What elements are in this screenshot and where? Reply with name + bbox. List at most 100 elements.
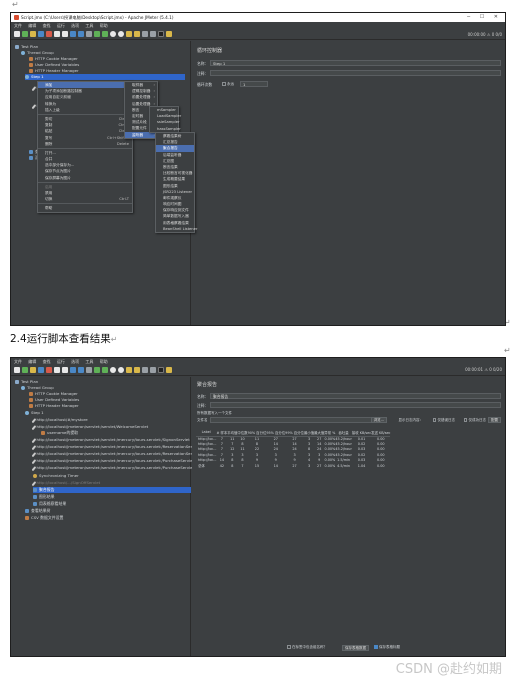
name-field[interactable]: 聚合报告 — [210, 393, 501, 399]
column-header[interactable]: 最大值 — [314, 429, 325, 437]
tree-node-step1[interactable]: Step 1 — [25, 410, 44, 416]
configure-button[interactable]: 配置 — [488, 417, 501, 423]
include-group-checkbox[interactable]: 在标签中包含组名称？ — [287, 645, 327, 650]
save-icon[interactable] — [38, 31, 44, 37]
menu-item[interactable]: 保存屏幕为图片 — [38, 175, 132, 181]
column-header[interactable]: 异常 % — [324, 429, 336, 437]
tree-node-request-7[interactable]: http://localhost/jmeteron/servlet:/servl… — [31, 465, 194, 471]
menu-run[interactable]: 运行 — [57, 359, 65, 364]
menu-help[interactable]: 帮助 — [100, 23, 108, 28]
menu-item[interactable]: 删除 Delete — [38, 141, 132, 147]
menu-item[interactable]: hassSampler — [150, 126, 181, 132]
clear-icon[interactable] — [126, 367, 132, 373]
function-helper-icon[interactable] — [158, 31, 164, 37]
search-icon[interactable] — [142, 367, 148, 373]
expand-icon[interactable] — [70, 367, 76, 373]
tree-node-request-4[interactable]: http://localhost/jmeteron/servlet:/servl… — [31, 444, 199, 450]
collapse-icon[interactable] — [78, 367, 84, 373]
menu-options[interactable]: 选项 — [71, 23, 79, 28]
function-helper-icon[interactable] — [158, 367, 164, 373]
tree-node-request-1[interactable]: http://localhost/#/mystore — [31, 417, 88, 423]
open-icon[interactable] — [30, 367, 36, 373]
save-header-checkbox[interactable]: 保存表格标题 — [374, 645, 400, 650]
menu-item[interactable]: BeanShell Listener — [156, 226, 197, 232]
cut-icon[interactable] — [46, 31, 52, 37]
table-row[interactable]: 总体 42 8 7 15 14 27 3 27 0.00% 4.5/min 1.04 0.00 — [196, 463, 390, 469]
menu-edit[interactable]: 编辑 — [28, 359, 36, 364]
menu-file[interactable]: 文件 — [14, 359, 22, 364]
forever-checkbox[interactable]: 永远 — [222, 82, 234, 87]
tree-node-request-3[interactable]: http://localhost/jmeteron/servlet:/servl… — [31, 437, 190, 443]
tree-node-step1[interactable]: Step 1 — [25, 74, 185, 80]
menu-search[interactable]: 查找 — [43, 359, 51, 364]
tree-node-request-6[interactable]: http://localhost/jmeteron/servlet:/servl… — [31, 458, 194, 464]
tree-node-request-5[interactable]: http://localhost/jmeteron/servlet:/servl… — [31, 451, 199, 457]
save-table-button[interactable]: 保存表格数据 — [342, 645, 369, 651]
expand-icon[interactable] — [70, 31, 76, 37]
tree-node-table-results[interactable]: 用表格察看结果 — [33, 501, 66, 507]
tree-node-csv-config[interactable]: CSV 数据文件设置 — [25, 515, 63, 521]
toggle-icon[interactable] — [86, 367, 92, 373]
shutdown-icon[interactable] — [118, 367, 124, 373]
comment-field[interactable] — [210, 70, 501, 76]
window-controls[interactable]: ─ ☐ ✕ — [467, 13, 502, 22]
column-header[interactable]: 99% 百分位 — [285, 429, 304, 437]
toggle-icon[interactable] — [86, 31, 92, 37]
browse-button[interactable]: 浏览... — [370, 417, 387, 423]
tree-node-graph-results[interactable]: 图形结果 — [33, 494, 55, 500]
filename-field[interactable] — [210, 417, 372, 423]
column-header[interactable]: 发送 KB/sec — [371, 429, 391, 437]
menu-tools[interactable]: 工具 — [85, 23, 93, 28]
save-icon[interactable] — [38, 367, 44, 373]
paste-icon[interactable] — [62, 367, 68, 373]
tree-node-aggregate-report[interactable]: 聚合报告 — [33, 487, 191, 493]
start-no-pause-icon[interactable] — [102, 367, 108, 373]
templates-icon[interactable] — [22, 367, 28, 373]
new-icon[interactable] — [14, 367, 20, 373]
collapse-icon[interactable] — [78, 31, 84, 37]
column-header[interactable]: 吞吐量 — [335, 429, 352, 437]
menu-help[interactable]: 帮助 — [100, 359, 108, 364]
clear-all-icon[interactable] — [134, 31, 140, 37]
start-icon[interactable] — [94, 31, 100, 37]
menu-item[interactable]: 插入上级› — [38, 107, 132, 113]
start-icon[interactable] — [94, 367, 100, 373]
search-icon[interactable] — [142, 31, 148, 37]
column-header[interactable]: 95% 百分位 — [266, 429, 286, 437]
success-only-checkbox[interactable]: 仅成功日志 — [463, 418, 486, 423]
menu-item[interactable]: 切换 Ctrl-T — [38, 196, 132, 202]
column-header[interactable]: Label — [196, 429, 217, 437]
column-header[interactable]: 90% 百分位 — [247, 429, 267, 437]
menu-run[interactable]: 运行 — [57, 23, 65, 28]
menu-file[interactable]: 文件 — [14, 23, 22, 28]
new-icon[interactable] — [14, 31, 20, 37]
help-icon[interactable] — [166, 367, 172, 373]
menu-item[interactable]: 帮助 — [38, 205, 132, 211]
start-no-pause-icon[interactable] — [102, 31, 108, 37]
tree-node-extractor[interactable]: username的提取 — [41, 430, 78, 436]
tree-node-request-8-disabled[interactable]: http://localhost/.../SignOffServlet — [31, 480, 100, 486]
open-icon[interactable] — [30, 31, 36, 37]
shutdown-icon[interactable] — [118, 31, 124, 37]
stop-icon[interactable] — [110, 31, 116, 37]
copy-icon[interactable] — [54, 367, 60, 373]
cut-icon[interactable] — [46, 367, 52, 373]
menu-search[interactable]: 查找 — [43, 23, 51, 28]
reset-search-icon[interactable] — [150, 31, 156, 37]
copy-icon[interactable] — [54, 31, 60, 37]
clear-icon[interactable] — [126, 31, 132, 37]
loop-count-field[interactable]: 1 — [240, 81, 268, 87]
tree-node-header-manager[interactable]: HTTP Header Manager — [29, 403, 79, 409]
help-icon[interactable] — [166, 31, 172, 37]
column-header[interactable]: # 样本 — [216, 429, 228, 437]
clear-all-icon[interactable] — [134, 367, 140, 373]
column-header[interactable]: 接收 KB/sec — [351, 429, 372, 437]
errors-only-checkbox[interactable]: 仅错误日志 — [432, 418, 455, 423]
column-header[interactable]: 中位数 — [237, 429, 248, 437]
menu-edit[interactable]: 编辑 — [28, 23, 36, 28]
templates-icon[interactable] — [22, 31, 28, 37]
paste-icon[interactable] — [62, 31, 68, 37]
stop-icon[interactable] — [110, 367, 116, 373]
column-header[interactable]: 最小值 — [303, 429, 315, 437]
menu-tools[interactable]: 工具 — [85, 359, 93, 364]
